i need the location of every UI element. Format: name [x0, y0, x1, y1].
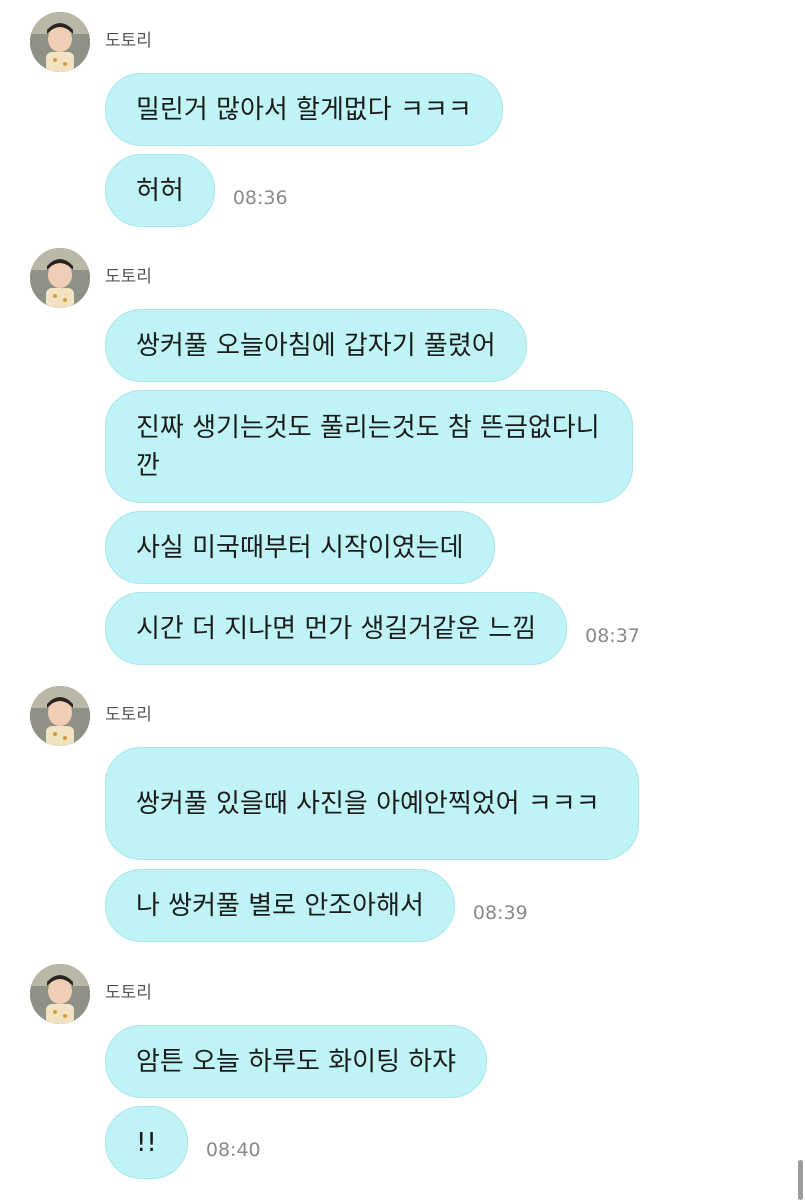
message-timestamp: 08:37 — [585, 625, 640, 647]
message-timestamp: 08:36 — [232, 187, 288, 209]
message-bubble[interactable]: 쌍커풀 있을때 사진을 아예안찍었어 ㅋㅋㅋ — [105, 747, 639, 860]
message-bubble[interactable]: 쌍커풀 오늘아침에 갑자기 풀렸어 — [105, 309, 527, 382]
message-bubble[interactable]: !! — [105, 1106, 188, 1179]
message-bubble[interactable]: 시간 더 지나면 먼가 생길거같운 느낌 — [105, 592, 568, 665]
message-bubble[interactable]: 사실 미국때부터 시작이였는데 — [105, 511, 495, 584]
message-row: 사실 미국때부터 시작이였는데 — [105, 511, 495, 584]
avatar[interactable] — [30, 964, 90, 1024]
sender-name: 도토리 — [105, 705, 152, 725]
sender-name: 도토리 — [105, 31, 152, 51]
sender-name: 도토리 — [105, 983, 152, 1003]
message-row: 나 쌍커풀 별로 안조아해서 08:39 — [105, 869, 528, 942]
avatar[interactable] — [30, 686, 90, 746]
avatar[interactable] — [30, 248, 90, 308]
sender-name: 도토리 — [105, 267, 152, 287]
message-bubble[interactable]: 나 쌍커풀 별로 안조아해서 — [105, 869, 455, 942]
message-row: 쌍커풀 오늘아침에 갑자기 풀렸어 — [105, 309, 527, 382]
message-bubble[interactable]: 암튼 오늘 하루도 화이팅 하쟈 — [105, 1025, 488, 1098]
message-row: 허허 08:36 — [105, 154, 288, 227]
message-timestamp: 08:39 — [472, 902, 528, 924]
message-row: 진짜 생기는것도 풀리는것도 참 뜬금없다니깐 — [105, 390, 633, 503]
message-bubble[interactable]: 진짜 생기는것도 풀리는것도 참 뜬금없다니깐 — [105, 390, 633, 503]
message-row: !! 08:40 — [105, 1106, 261, 1179]
message-row: 시간 더 지나면 먼가 생길거같운 느낌 08:37 — [105, 592, 640, 665]
avatar-photo — [30, 686, 90, 746]
message-row: 암튼 오늘 하루도 화이팅 하쟈 — [105, 1025, 488, 1098]
message-bubble[interactable]: 밀린거 많아서 할게멊다 ㅋㅋㅋ — [105, 73, 503, 146]
message-row: 쌍커풀 있을때 사진을 아예안찍었어 ㅋㅋㅋ — [105, 747, 639, 860]
avatar[interactable] — [30, 12, 90, 72]
avatar-photo — [30, 248, 90, 308]
avatar-photo — [30, 964, 90, 1024]
message-bubble[interactable]: 허허 — [105, 154, 215, 227]
scrollbar[interactable] — [798, 1160, 803, 1200]
message-row: 밀린거 많아서 할게멊다 ㅋㅋㅋ — [105, 73, 503, 146]
avatar-photo — [30, 12, 90, 72]
message-timestamp: 08:40 — [205, 1139, 261, 1161]
chat-thread[interactable]: 도토리 밀린거 많아서 할게멊다 ㅋㅋㅋ 허허 08:36 도토리 쌍커풀 오늘… — [0, 0, 805, 1200]
